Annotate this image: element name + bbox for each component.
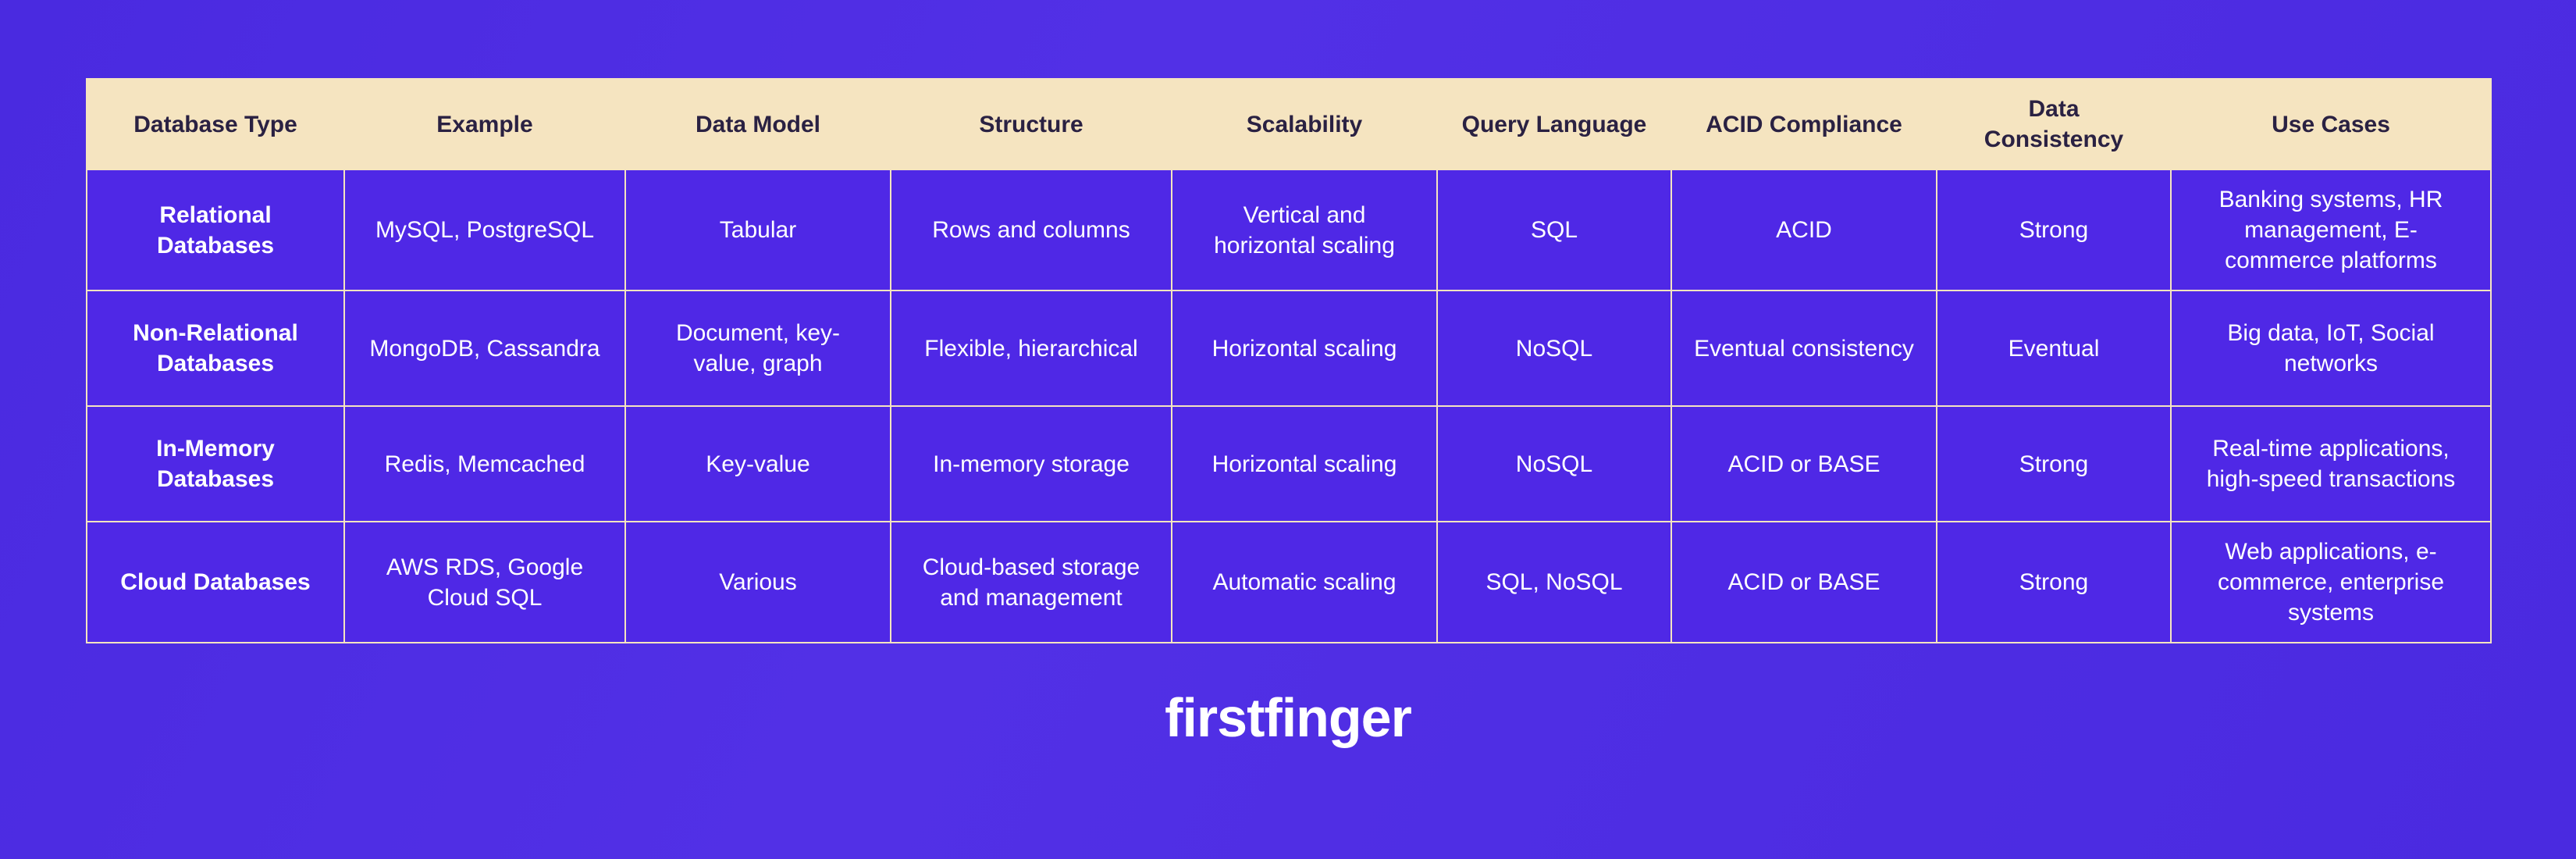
- cell-use-cases: Big data, IoT, Social networks: [2171, 290, 2491, 406]
- header-data-consistency: Data Consistency: [1937, 79, 2171, 169]
- table-row: In-Memory Databases Redis, Memcached Key…: [87, 406, 2491, 522]
- cell-data-model: Document, key-value, graph: [625, 290, 891, 406]
- header-example: Example: [344, 79, 625, 169]
- cell-data-model: Key-value: [625, 406, 891, 522]
- cell-query-language: SQL, NoSQL: [1437, 522, 1671, 643]
- header-query-language: Query Language: [1437, 79, 1671, 169]
- cell-example: AWS RDS, Google Cloud SQL: [344, 522, 625, 643]
- cell-database-type: In-Memory Databases: [87, 406, 344, 522]
- comparison-table: Database Type Example Data Model Structu…: [86, 78, 2490, 643]
- table-row: Non-Relational Databases MongoDB, Cassan…: [87, 290, 2491, 406]
- cell-database-type: Non-Relational Databases: [87, 290, 344, 406]
- cell-query-language: NoSQL: [1437, 290, 1671, 406]
- cell-acid-compliance: ACID or BASE: [1671, 522, 1937, 643]
- cell-structure: Cloud-based storage and management: [891, 522, 1172, 643]
- header-data-model: Data Model: [625, 79, 891, 169]
- header-structure: Structure: [891, 79, 1172, 169]
- cell-acid-compliance: ACID: [1671, 169, 1937, 290]
- table-row: Relational Databases MySQL, PostgreSQL T…: [87, 169, 2491, 290]
- cell-data-model: Various: [625, 522, 891, 643]
- header-acid-compliance: ACID Compliance: [1671, 79, 1937, 169]
- cell-scalability: Horizontal scaling: [1172, 406, 1437, 522]
- canvas: Database Type Example Data Model Structu…: [0, 0, 2576, 859]
- table-row: Cloud Databases AWS RDS, Google Cloud SQ…: [87, 522, 2491, 643]
- brand-logo: firstfinger: [1165, 686, 1411, 749]
- cell-scalability: Automatic scaling: [1172, 522, 1437, 643]
- cell-use-cases: Banking systems, HR management, E-commer…: [2171, 169, 2491, 290]
- cell-acid-compliance: ACID or BASE: [1671, 406, 1937, 522]
- header-scalability: Scalability: [1172, 79, 1437, 169]
- table-header-row: Database Type Example Data Model Structu…: [87, 79, 2491, 169]
- cell-database-type: Relational Databases: [87, 169, 344, 290]
- cell-query-language: NoSQL: [1437, 406, 1671, 522]
- cell-use-cases: Real-time applications, high-speed trans…: [2171, 406, 2491, 522]
- brand-text: firstfinger: [1165, 687, 1411, 748]
- header-use-cases: Use Cases: [2171, 79, 2491, 169]
- cell-data-model: Tabular: [625, 169, 891, 290]
- cell-scalability: Horizontal scaling: [1172, 290, 1437, 406]
- header-database-type: Database Type: [87, 79, 344, 169]
- cell-example: MongoDB, Cassandra: [344, 290, 625, 406]
- cell-acid-compliance: Eventual consistency: [1671, 290, 1937, 406]
- cell-example: MySQL, PostgreSQL: [344, 169, 625, 290]
- cell-data-consistency: Strong: [1937, 522, 2171, 643]
- cell-query-language: SQL: [1437, 169, 1671, 290]
- cell-scalability: Vertical and horizontal scaling: [1172, 169, 1437, 290]
- cell-structure: Flexible, hierarchical: [891, 290, 1172, 406]
- cell-data-consistency: Eventual: [1937, 290, 2171, 406]
- cell-use-cases: Web applications, e-commerce, enterprise…: [2171, 522, 2491, 643]
- cell-structure: Rows and columns: [891, 169, 1172, 290]
- cell-database-type: Cloud Databases: [87, 522, 344, 643]
- cell-example: Redis, Memcached: [344, 406, 625, 522]
- cell-structure: In-memory storage: [891, 406, 1172, 522]
- cell-data-consistency: Strong: [1937, 169, 2171, 290]
- cell-data-consistency: Strong: [1937, 406, 2171, 522]
- database-types-table: Database Type Example Data Model Structu…: [86, 78, 2492, 643]
